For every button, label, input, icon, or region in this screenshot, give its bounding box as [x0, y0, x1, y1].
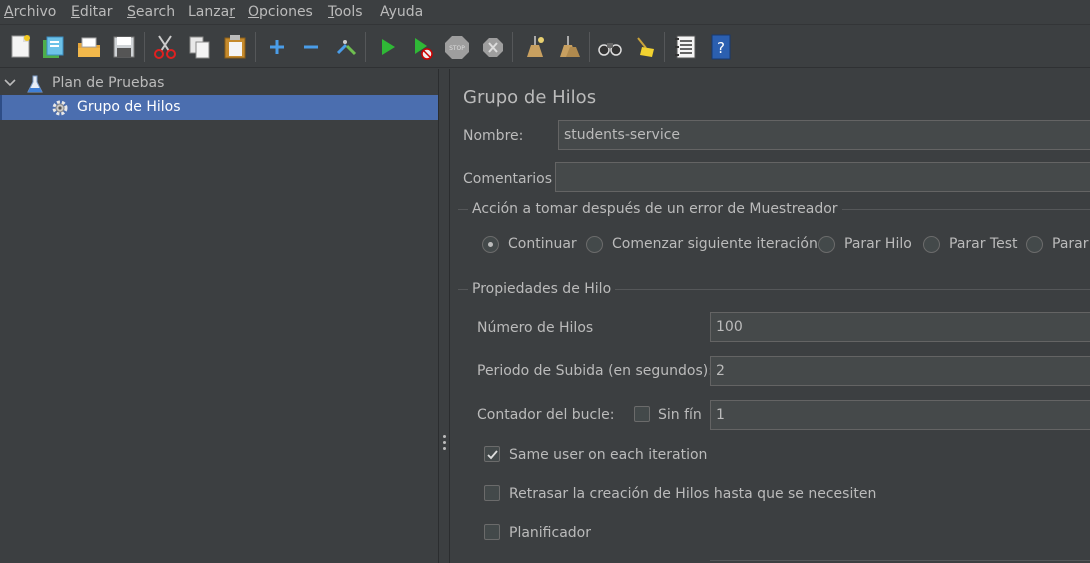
loop-count-label: Contador del bucle:: [477, 407, 615, 423]
radio-stop-thread-label[interactable]: Parar Hilo: [844, 236, 912, 252]
function-helper-icon[interactable]: [673, 33, 699, 61]
menu-ayuda[interactable]: Ayuda: [380, 3, 423, 21]
clear-icon[interactable]: [521, 33, 547, 61]
menu-lanzar[interactable]: Lanzar: [188, 3, 235, 21]
tree-node-label: Plan de Pruebas: [52, 75, 165, 91]
name-label: Nombre:: [463, 128, 524, 144]
shutdown-icon[interactable]: [480, 33, 506, 61]
toolbar-separator: [365, 32, 366, 62]
reset-search-icon[interactable]: [632, 33, 658, 61]
toolbar-separator: [144, 32, 145, 62]
stop-icon[interactable]: STOP: [444, 33, 470, 61]
tree-node-label: Grupo de Hilos: [77, 99, 181, 115]
infinite-checkbox[interactable]: [634, 406, 650, 422]
test-plan-tree: Plan de Pruebas Grupo de Hilos: [0, 69, 438, 563]
error-action-group-title: Acción a tomar después de un error de Mu…: [468, 201, 842, 217]
page-title: Grupo de Hilos: [463, 87, 597, 108]
split-pane-divider[interactable]: [438, 69, 450, 563]
copy-icon[interactable]: [187, 33, 213, 61]
tree-node-test-plan[interactable]: Plan de Pruebas: [0, 71, 438, 96]
toolbar-separator: [664, 32, 665, 62]
infinite-label[interactable]: Sin fín: [658, 407, 702, 423]
scheduler-checkbox[interactable]: [484, 524, 500, 540]
radio-stop-now[interactable]: [1026, 236, 1043, 253]
toggle-icon[interactable]: [333, 33, 359, 61]
collapse-icon[interactable]: [298, 33, 324, 61]
drag-handle-dot: [443, 447, 446, 450]
drag-handle-dot: [443, 441, 446, 444]
thread-group-panel: Grupo de Hilos Nombre: students-service …: [450, 69, 1090, 563]
tree-node-thread-group[interactable]: Grupo de Hilos: [0, 95, 438, 120]
chevron-down-icon[interactable]: [3, 76, 17, 90]
radio-continue[interactable]: [482, 236, 499, 253]
delay-thread-creation-label[interactable]: Retrasar la creación de Hilos hasta que …: [509, 486, 876, 502]
svg-text:?: ?: [717, 39, 725, 57]
radio-stop-test[interactable]: [923, 236, 940, 253]
new-icon[interactable]: [8, 33, 34, 61]
radio-next-iteration-label[interactable]: Comenzar siguiente iteración: [612, 236, 818, 252]
threads-label: Número de Hilos: [477, 320, 594, 336]
menu-bar: Archivo Editar Search Lanzar Opciones To…: [0, 0, 1090, 25]
toolbar-separator: [255, 32, 256, 62]
radio-continue-label[interactable]: Continuar: [508, 236, 577, 252]
start-icon[interactable]: [375, 33, 401, 61]
gear-icon: [52, 100, 68, 116]
delay-thread-creation-checkbox[interactable]: [484, 485, 500, 501]
name-field[interactable]: students-service: [558, 120, 1090, 150]
comments-label: Comentarios: [463, 171, 553, 187]
templates-icon[interactable]: [40, 33, 66, 61]
rampup-field[interactable]: 2: [710, 356, 1090, 386]
cut-icon[interactable]: [152, 33, 178, 61]
radio-stop-test-label[interactable]: Parar Test: [949, 236, 1018, 252]
toolbar-separator: [589, 32, 590, 62]
start-no-pauses-icon[interactable]: [410, 33, 436, 61]
rampup-label: Periodo de Subida (en segundos):: [477, 363, 713, 379]
same-user-checkbox[interactable]: [484, 446, 500, 462]
expand-icon[interactable]: [264, 33, 290, 61]
radio-next-iteration[interactable]: [586, 236, 603, 253]
open-icon[interactable]: [76, 33, 102, 61]
threads-field[interactable]: 100: [710, 312, 1090, 342]
radio-stop-thread[interactable]: [818, 236, 835, 253]
menu-archivo[interactable]: Archivo: [4, 3, 56, 21]
scheduler-label[interactable]: Planificador: [509, 525, 591, 541]
menu-opciones[interactable]: Opciones: [248, 3, 313, 21]
thread-properties-group-title: Propiedades de Hilo: [468, 281, 616, 297]
menu-search[interactable]: Search: [127, 3, 175, 21]
drag-handle-dot: [443, 435, 446, 438]
toolbar: STOP ?: [0, 26, 1090, 68]
paste-icon[interactable]: [222, 33, 248, 61]
check-icon: [487, 450, 498, 460]
menu-editar[interactable]: Editar: [71, 3, 112, 21]
save-icon[interactable]: [111, 33, 137, 61]
clear-all-icon[interactable]: [556, 33, 582, 61]
help-icon[interactable]: ?: [708, 33, 734, 61]
svg-text:STOP: STOP: [449, 45, 465, 52]
test-plan-icon: [27, 75, 43, 93]
comments-field[interactable]: [555, 162, 1090, 192]
divider: [710, 560, 1090, 561]
menu-tools[interactable]: Tools: [328, 3, 363, 21]
radio-stop-now-label[interactable]: Parar: [1052, 236, 1088, 252]
same-user-label[interactable]: Same user on each iteration: [509, 447, 707, 463]
loop-count-field[interactable]: 1: [710, 400, 1090, 430]
toolbar-separator: [512, 32, 513, 62]
search-icon[interactable]: [597, 33, 623, 61]
